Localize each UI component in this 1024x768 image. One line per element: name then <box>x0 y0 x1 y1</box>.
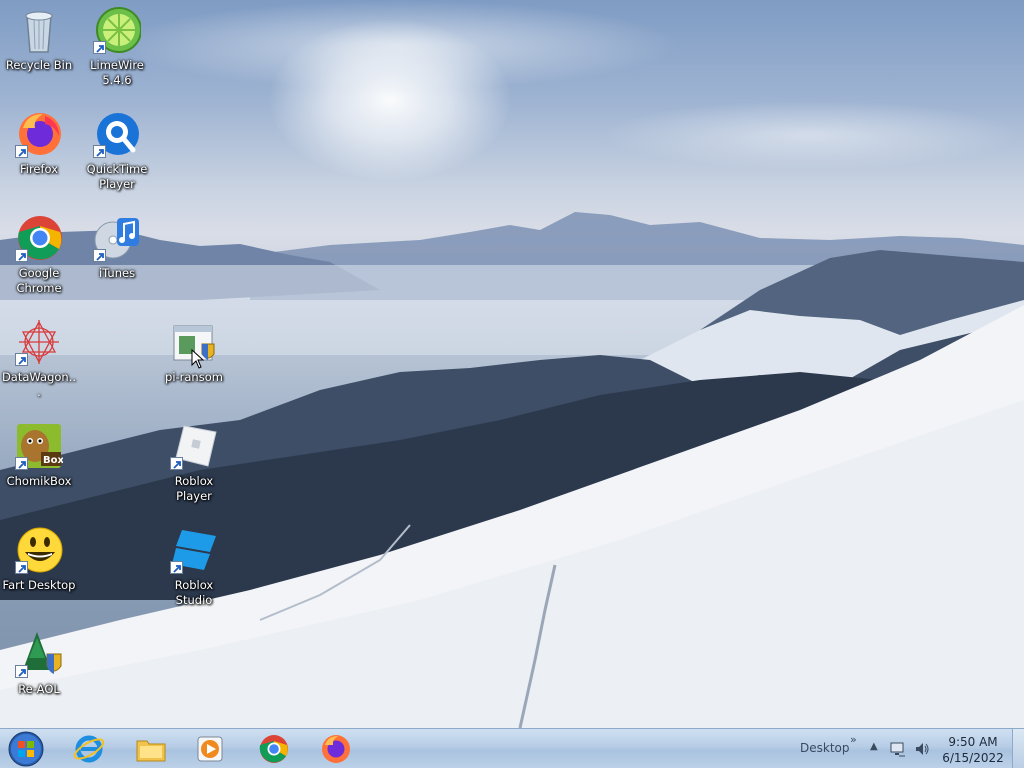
desktop-icon-limewire[interactable]: LimeWire 5.4.6 <box>79 0 155 90</box>
clock-date: 6/15/2022 <box>942 751 1004 765</box>
desktop-icon-label: DataWagon... <box>1 370 77 399</box>
toolbar-chevron-icon[interactable]: » <box>850 733 857 746</box>
desktop-icon-datawagon[interactable]: DataWagon... <box>1 312 77 402</box>
re-aol-icon <box>15 630 63 678</box>
fart-desktop-icon <box>15 526 63 574</box>
desktop-icon-label: Re-AOL <box>18 682 60 696</box>
desktop-icon-label: Roblox Studio <box>174 578 214 607</box>
network-icon[interactable] <box>890 741 906 757</box>
taskbar-chrome[interactable] <box>247 731 301 767</box>
roblox-player-icon <box>170 422 218 470</box>
firefox-icon <box>322 735 350 763</box>
show-desktop-button[interactable] <box>1012 729 1024 768</box>
shortcut-arrow-icon <box>170 561 183 574</box>
internet-explorer-icon <box>73 735 105 763</box>
desktop-icon-itunes[interactable]: iTunes <box>79 208 155 298</box>
taskbar-internet-explorer[interactable] <box>62 731 116 767</box>
desktop-icon-roblox-studio[interactable]: Roblox Studio <box>156 520 232 610</box>
recycle-bin-icon <box>15 6 63 54</box>
shortcut-arrow-icon <box>15 457 28 470</box>
roblox-studio-icon <box>170 526 218 574</box>
shortcut-arrow-icon <box>93 145 106 158</box>
desktop-icon-label: iTunes <box>98 266 136 280</box>
file-explorer-icon <box>136 740 166 762</box>
desktop-icon-roblox-player[interactable]: Roblox Player <box>156 416 232 506</box>
taskbar-firefox[interactable] <box>309 731 363 767</box>
desktop-icon-label: LimeWire 5.4.6 <box>90 58 144 87</box>
svg-text:Box: Box <box>43 455 63 466</box>
show-hidden-icons-icon[interactable]: ▲ <box>870 741 878 752</box>
desktop-icon-firefox[interactable]: Firefox <box>1 104 77 194</box>
desktop-icon-fart-desktop[interactable]: Fart Desktop <box>1 520 77 610</box>
chrome-icon <box>15 214 63 262</box>
desktop-icon-label: Google Chrome <box>16 266 62 295</box>
system-clock[interactable]: 9:50 AM 6/15/2022 <box>934 734 1012 766</box>
desktop-icon-label: Roblox Player <box>174 474 214 503</box>
desktop-icon-recycle-bin[interactable]: Recycle Bin <box>1 0 77 90</box>
shortcut-arrow-icon <box>93 41 106 54</box>
desktop-icon-quicktime[interactable]: QuickTime Player <box>79 104 155 194</box>
clock-time: 9:50 AM <box>948 735 998 749</box>
desktop-icon-chomikbox[interactable]: Box ChomikBox <box>1 416 77 506</box>
chrome-icon <box>259 735 288 763</box>
desktop-icon-label: Firefox <box>19 162 59 176</box>
shortcut-arrow-icon <box>15 665 28 678</box>
taskbar-media-player[interactable] <box>183 731 237 767</box>
windows-start-icon <box>8 731 44 767</box>
quicktime-icon <box>93 110 141 158</box>
desktop-icon-re-aol[interactable]: Re-AOL <box>1 624 77 714</box>
desktop-icon-label: QuickTime Player <box>86 162 148 191</box>
shortcut-arrow-icon <box>15 561 28 574</box>
media-player-icon <box>197 736 223 762</box>
limewire-icon <box>93 6 142 54</box>
volume-icon[interactable] <box>914 741 930 757</box>
firefox-icon <box>15 110 63 158</box>
mouse-cursor-icon <box>191 348 205 373</box>
shortcut-arrow-icon <box>15 353 28 366</box>
itunes-icon <box>93 214 141 262</box>
shortcut-arrow-icon <box>15 145 28 158</box>
shortcut-arrow-icon <box>93 249 106 262</box>
taskbar-file-explorer[interactable] <box>124 731 178 767</box>
desktop-icon-label: Recycle Bin <box>5 58 73 72</box>
desktop-icon-label: ChomikBox <box>6 474 72 488</box>
start-button[interactable] <box>6 731 46 767</box>
datawagon-icon <box>15 318 63 366</box>
taskbar: Desktop » ▲ 9:50 AM 6/15/2022 <box>0 728 1024 768</box>
desktop-icon-label: Fart Desktop <box>2 578 76 592</box>
chomikbox-icon: Box <box>15 422 64 470</box>
shortcut-arrow-icon <box>15 249 28 262</box>
desktop-icon-google-chrome[interactable]: Google Chrome <box>1 208 77 298</box>
desktop-toolbar-label[interactable]: Desktop <box>800 741 850 755</box>
shortcut-arrow-icon <box>170 457 183 470</box>
